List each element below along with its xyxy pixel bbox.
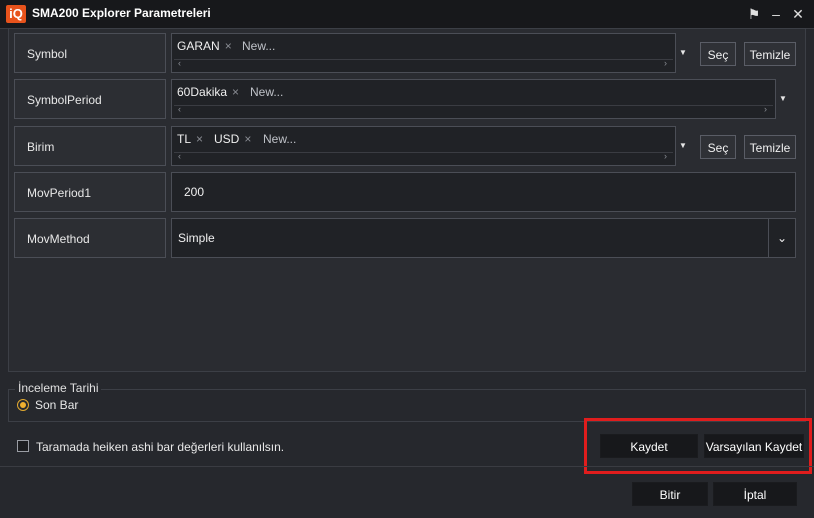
symbol-label: Symbol xyxy=(14,33,166,73)
symbol-period-new-input[interactable]: New... xyxy=(250,85,283,99)
scroll-left-icon[interactable]: ‹ xyxy=(178,151,181,161)
pin-icon[interactable]: ⚑ xyxy=(746,5,762,23)
chip-remove-icon[interactable]: × xyxy=(232,85,239,99)
son-bar-label[interactable]: Son Bar xyxy=(35,398,78,412)
scroll-right-icon[interactable]: › xyxy=(764,104,767,114)
window-title: SMA200 Explorer Parametreleri xyxy=(32,6,211,20)
varsayilan-kaydet-button[interactable]: Varsayılan Kaydet xyxy=(704,434,804,458)
symbol-period-dropdown-icon[interactable]: ▼ xyxy=(776,79,790,119)
scroll-right-icon[interactable]: › xyxy=(664,151,667,161)
bitir-button[interactable]: Bitir xyxy=(632,482,708,506)
symbol-temizle-button[interactable]: Temizle xyxy=(744,42,796,66)
mov-method-label: MovMethod xyxy=(14,218,166,258)
chip-usd: USD × xyxy=(214,132,252,146)
close-icon[interactable]: ✕ xyxy=(790,5,806,23)
chip-garan: GARAN × xyxy=(177,39,232,53)
symbol-field[interactable]: GARAN × New... ‹ › xyxy=(171,33,676,73)
heiken-ashi-label[interactable]: Taramada heiken ashi bar değerleri kulla… xyxy=(36,440,284,454)
scroll-left-icon[interactable]: ‹ xyxy=(178,104,181,114)
mov-period1-input[interactable]: 200 xyxy=(171,172,796,212)
iptal-button[interactable]: İptal xyxy=(713,482,797,506)
scroll-left-icon[interactable]: ‹ xyxy=(178,58,181,68)
chip-60dakika: 60Dakika × xyxy=(177,85,240,99)
birim-sec-button[interactable]: Seç xyxy=(700,135,736,159)
birim-field[interactable]: TL × USD × New... ‹ › xyxy=(171,126,676,166)
son-bar-radio[interactable] xyxy=(17,399,29,411)
birim-temizle-button[interactable]: Temizle xyxy=(744,135,796,159)
chip-tl: TL × xyxy=(177,132,204,146)
symbol-scrollbar[interactable]: ‹ › xyxy=(174,58,673,69)
app-logo: iQ xyxy=(6,5,26,23)
birim-label: Birim xyxy=(14,126,166,166)
radio-selected-dot xyxy=(20,402,26,408)
symbol-dropdown-icon[interactable]: ▼ xyxy=(676,33,690,73)
chip-remove-icon[interactable]: × xyxy=(244,132,251,146)
birim-new-input[interactable]: New... xyxy=(263,132,296,146)
mov-method-select[interactable]: Simple ⌄ xyxy=(171,218,796,258)
birim-scrollbar[interactable]: ‹ › xyxy=(174,151,673,162)
chevron-down-icon[interactable]: ⌄ xyxy=(768,219,795,257)
heiken-ashi-checkbox[interactable] xyxy=(17,440,29,452)
symbol-sec-button[interactable]: Seç xyxy=(700,42,736,66)
chip-remove-icon[interactable]: × xyxy=(196,132,203,146)
symbol-period-scrollbar[interactable]: ‹ › xyxy=(174,104,773,115)
birim-dropdown-icon[interactable]: ▼ xyxy=(676,126,690,166)
symbol-new-input[interactable]: New... xyxy=(242,39,275,53)
footer-divider xyxy=(0,466,814,467)
dialog-window: iQ SMA200 Explorer Parametreleri ⚑ – ✕ S… xyxy=(0,0,814,518)
title-bar[interactable]: iQ SMA200 Explorer Parametreleri ⚑ – ✕ xyxy=(0,0,814,29)
minimize-icon[interactable]: – xyxy=(768,5,784,23)
symbol-period-label: SymbolPeriod xyxy=(14,79,166,119)
symbol-period-field[interactable]: 60Dakika × New... ‹ › xyxy=(171,79,776,119)
mov-method-value: Simple xyxy=(178,231,215,245)
scroll-right-icon[interactable]: › xyxy=(664,58,667,68)
chip-remove-icon[interactable]: × xyxy=(225,39,232,53)
kaydet-button[interactable]: Kaydet xyxy=(600,434,698,458)
mov-period1-label: MovPeriod1 xyxy=(14,172,166,212)
inceleme-tarihi-legend: İnceleme Tarihi xyxy=(15,381,102,395)
